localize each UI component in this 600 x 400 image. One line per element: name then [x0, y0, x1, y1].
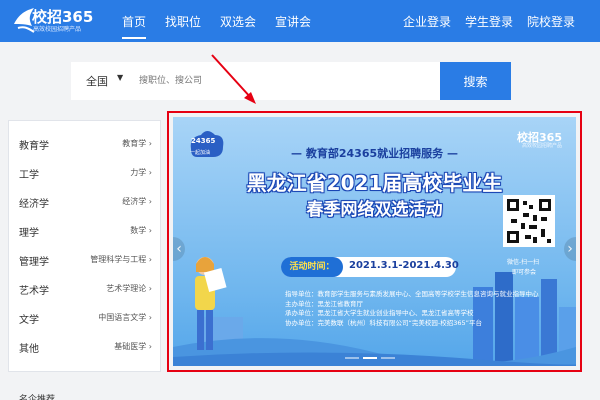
category-name[interactable]: 其他 [19, 340, 39, 355]
caret-down-icon[interactable]: ▼ [117, 73, 123, 82]
student-login-link[interactable]: 学生登录 [465, 13, 513, 30]
chevron-right-icon: › [148, 168, 152, 177]
activity-time: 活动时间： 2021.3.1-2021.4.30 [281, 257, 459, 277]
chevron-right-icon: › [148, 284, 152, 293]
qr-caption: 微信-扫一扫 [507, 259, 540, 266]
search-bar: 全国 ▼ 搜索 [71, 62, 511, 100]
nav-home[interactable]: 首页 [122, 13, 147, 39]
carousel-dot[interactable] [381, 357, 395, 359]
main-nav: 首页 找职位 双选会 宣讲会 [122, 13, 330, 39]
category-name[interactable]: 理学 [19, 224, 39, 239]
company-login-link[interactable]: 企业登录 [403, 13, 451, 30]
subcategory-link[interactable]: 基础医学 › [114, 341, 152, 352]
nav-job-fair[interactable]: 双选会 [220, 13, 256, 30]
organizer-line: 协办单位：完美数联（杭州）科技有限公司“完美校园-校招365”平台 [285, 318, 482, 327]
subcategory-link[interactable]: 教育学 › [122, 138, 152, 149]
nav-find-jobs[interactable]: 找职位 [165, 13, 201, 30]
banner-highlight-box: 24365 一起加油 校招365 高效校园招聘产品 — 教育部24365就业招聘… [167, 111, 582, 372]
chevron-right-icon: › [148, 139, 152, 148]
chevron-right-icon: › [148, 342, 152, 351]
category-item[interactable]: 艺术学 艺术学理论 › [9, 277, 160, 301]
badge-number: 24365 [191, 137, 216, 145]
category-name[interactable]: 文学 [19, 311, 39, 326]
organizer-line: 承办单位：黑龙江省大学生就业创业指导中心、黑龙江省高等学校 [285, 309, 474, 317]
category-item[interactable]: 管理学 管理科学与工程 › [9, 248, 160, 272]
banner-title-line1: 黑龙江省2021届高校毕业生 [246, 171, 503, 195]
top-nav-bar: 校招365 高效校园招聘产品 首页 找职位 双选会 宣讲会 企业登录 学生登录 … [0, 0, 600, 42]
chevron-right-icon: › [148, 255, 152, 264]
time-value: 2021.3.1-2021.4.30 [349, 260, 459, 271]
category-name[interactable]: 艺术学 [19, 282, 49, 297]
category-item[interactable]: 教育学 教育学 › [9, 132, 160, 156]
carousel-dot[interactable] [345, 357, 359, 359]
subcategory-link[interactable]: 中国语言文学 › [98, 312, 152, 323]
chevron-right-icon: › [148, 226, 152, 235]
nav-career-talks[interactable]: 宣讲会 [275, 13, 311, 30]
login-links: 企业登录 学生登录 院校登录 [389, 13, 575, 30]
search-input[interactable] [139, 70, 429, 92]
city-select[interactable]: 全国 [86, 73, 108, 89]
subcategory-link[interactable]: 经济学 › [122, 196, 152, 207]
category-name[interactable]: 教育学 [19, 137, 49, 152]
qr-code-icon [503, 195, 555, 247]
category-item[interactable]: 理学 数学 › [9, 219, 160, 243]
qr-caption-sub: 即可参会 [512, 269, 537, 276]
subcategory-link[interactable]: 艺术学理论 › [106, 283, 152, 294]
category-name[interactable]: 经济学 [19, 195, 49, 210]
chevron-right-icon: › [148, 313, 152, 322]
category-item[interactable]: 工学 力学 › [9, 161, 160, 185]
carousel-dot-active[interactable] [363, 357, 377, 359]
subcategory-link[interactable]: 管理科学与工程 › [90, 254, 152, 265]
subcategory-link[interactable]: 力学 › [130, 167, 152, 178]
logo-tagline: 高效校园招聘产品 [33, 26, 82, 33]
organizer-line: 指导单位：教育部学生服务与素质发展中心、全国高等学校学生信息咨询与就业指导中心 [285, 290, 539, 298]
category-name[interactable]: 工学 [19, 166, 39, 181]
organizer-line: 主办单位：黑龙江省教育厅 [285, 299, 363, 308]
category-item[interactable]: 其他 基础医学 › [9, 335, 160, 359]
school-login-link[interactable]: 院校登录 [527, 13, 575, 30]
paper-illustration [203, 267, 227, 292]
subcategory-link[interactable]: 数学 › [130, 225, 152, 236]
carousel-indicators [345, 357, 399, 359]
chevron-right-icon: › [148, 197, 152, 206]
search-button[interactable]: 搜索 [440, 62, 511, 100]
banner-carousel[interactable]: 24365 一起加油 校招365 高效校园招聘产品 — 教育部24365就业招聘… [173, 117, 576, 366]
category-sidebar: 教育学 教育学 › 工学 力学 › 经济学 经济学 › 理学 数学 › 管理学 … [8, 120, 161, 372]
banner-subtitle: — 教育部24365就业招聘服务 — [291, 147, 458, 160]
category-item[interactable]: 文学 中国语言文学 › [9, 306, 160, 330]
category-item[interactable]: 经济学 经济学 › [9, 190, 160, 214]
category-name[interactable]: 管理学 [19, 253, 49, 268]
time-label: 活动时间： [281, 257, 343, 277]
organizer-info: 指导单位：教育部学生服务与素质发展中心、全国高等学校学生信息咨询与就业指导中心 … [285, 290, 539, 328]
carousel-next-icon[interactable]: › [564, 237, 576, 261]
section-heading: 名企推荐 [19, 395, 56, 400]
